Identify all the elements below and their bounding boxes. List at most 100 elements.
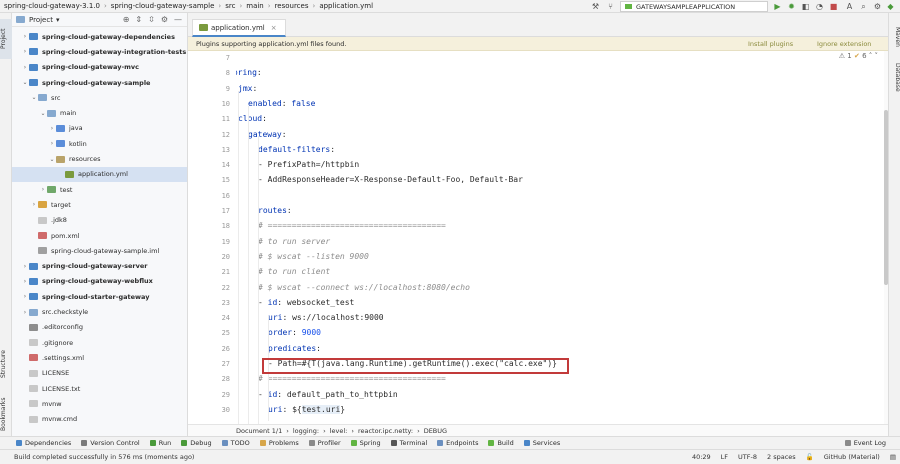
- caret-position[interactable]: 40:29: [692, 453, 711, 461]
- line-number[interactable]: 26: [188, 345, 230, 353]
- search-icon[interactable]: ⌕: [859, 2, 868, 11]
- tool-tab-version-control[interactable]: Version Control: [81, 439, 140, 447]
- chevron-down-icon[interactable]: ⌄: [21, 79, 29, 86]
- chevron-right-icon[interactable]: ›: [21, 64, 29, 71]
- code-line[interactable]: spring:: [236, 68, 262, 77]
- tool-tab-run[interactable]: Run: [149, 439, 171, 447]
- tool-tab-services[interactable]: Services: [523, 439, 560, 447]
- chevron-down-icon[interactable]: ˅: [875, 52, 879, 60]
- chevron-down-icon[interactable]: ⌄: [30, 94, 38, 101]
- code-line[interactable]: # =====================================: [258, 221, 446, 230]
- code-line[interactable]: - PrefixPath=/httpbin: [258, 160, 359, 169]
- code-line[interactable]: enabled: false: [248, 99, 315, 108]
- line-number[interactable]: 29: [188, 391, 230, 399]
- tree-item[interactable]: pom.xml: [12, 228, 187, 243]
- tree-item[interactable]: spring-cloud-gateway-sample.iml: [12, 243, 187, 258]
- tree-item[interactable]: ⌄ src: [12, 90, 187, 105]
- memory-indicator-icon[interactable]: ▤: [890, 453, 896, 461]
- chevron-right-icon[interactable]: ›: [21, 278, 29, 285]
- tree-item[interactable]: › spring-cloud-starter-gateway: [12, 289, 187, 304]
- chevron-right-icon[interactable]: ›: [21, 293, 29, 300]
- tool-tab-build[interactable]: Build: [488, 439, 514, 447]
- breadcrumb-module[interactable]: spring-cloud-gateway-sample: [107, 2, 219, 10]
- tree-item[interactable]: › target: [12, 197, 187, 212]
- tree-item[interactable]: application.yml: [12, 166, 187, 182]
- chevron-down-icon[interactable]: ⌄: [39, 110, 47, 117]
- line-separator[interactable]: LF: [721, 453, 728, 461]
- line-number[interactable]: 11: [188, 115, 230, 123]
- tree-item[interactable]: › spring-cloud-gateway-mvc: [12, 60, 187, 75]
- tree-item[interactable]: › spring-cloud-gateway-webflux: [12, 274, 187, 289]
- tree-item[interactable]: .settings.xml: [12, 350, 187, 365]
- lock-icon[interactable]: 🔓: [806, 453, 814, 461]
- line-number[interactable]: 13: [188, 146, 230, 154]
- breadcrumb-document[interactable]: Document 1/1: [236, 427, 282, 435]
- breadcrumb-logging[interactable]: logging:: [293, 427, 319, 435]
- code-line[interactable]: # $ wscat --connect ws://localhost:8080/…: [258, 283, 470, 292]
- collapse-all-icon[interactable]: ⇳: [148, 15, 155, 24]
- expand-all-icon[interactable]: ⇕: [135, 15, 142, 24]
- tree-item[interactable]: mvnw: [12, 396, 187, 411]
- code-line[interactable]: # $ wscat --listen 9000: [258, 252, 369, 261]
- maven-tool-tab[interactable]: Maven: [889, 23, 900, 51]
- file-encoding[interactable]: UTF-8: [738, 453, 757, 461]
- line-number[interactable]: 16: [188, 192, 230, 200]
- chevron-right-icon[interactable]: ›: [21, 309, 29, 316]
- chevron-right-icon[interactable]: ›: [30, 201, 38, 208]
- line-number[interactable]: 25: [188, 329, 230, 337]
- tree-item[interactable]: › src.checkstyle: [12, 304, 187, 319]
- stop-icon[interactable]: ■: [829, 2, 838, 11]
- code-line[interactable]: order: 9000: [268, 328, 321, 337]
- tool-tab-event-log[interactable]: Event Log: [844, 439, 886, 447]
- structure-tool-tab[interactable]: Structure: [0, 339, 12, 389]
- profile-icon[interactable]: ◔: [815, 2, 824, 11]
- breadcrumb-file[interactable]: application.yml: [315, 2, 377, 10]
- chevron-right-icon[interactable]: ›: [21, 33, 29, 40]
- translate-icon[interactable]: A: [845, 2, 854, 11]
- tree-item[interactable]: mvnw.cmd: [12, 412, 187, 427]
- hammer-icon[interactable]: ⚒: [591, 2, 600, 11]
- tool-tab-profiler[interactable]: Profiler: [308, 439, 341, 447]
- tool-tab-terminal[interactable]: Terminal: [390, 439, 427, 447]
- line-number[interactable]: 22: [188, 284, 230, 292]
- tree-item[interactable]: › spring-cloud-gateway-server: [12, 259, 187, 274]
- install-plugins-link[interactable]: Install plugins: [748, 40, 793, 48]
- tree-item[interactable]: › java: [12, 121, 187, 136]
- bookmarks-tool-tab[interactable]: Bookmarks: [0, 393, 12, 435]
- ignore-extension-link[interactable]: Ignore extension: [817, 40, 871, 48]
- line-number[interactable]: 12: [188, 131, 230, 139]
- editor-tab-application-yml[interactable]: application.yml ×: [192, 19, 286, 37]
- breadcrumb-project[interactable]: spring-cloud-gateway-3.1.0: [0, 2, 104, 10]
- project-panel-title[interactable]: Project: [29, 16, 53, 24]
- line-number[interactable]: 17: [188, 207, 230, 215]
- line-number[interactable]: 15: [188, 176, 230, 184]
- line-number[interactable]: 30: [188, 406, 230, 414]
- tree-item[interactable]: .editorconfig: [12, 320, 187, 335]
- tree-item[interactable]: LICENSE: [12, 366, 187, 381]
- code-line[interactable]: cloud:: [238, 114, 267, 123]
- line-number[interactable]: 14: [188, 161, 230, 169]
- debug-icon[interactable]: ✹: [787, 2, 796, 11]
- line-number[interactable]: 20: [188, 253, 230, 261]
- code-line[interactable]: # to run server: [258, 237, 330, 246]
- line-number[interactable]: 8: [188, 69, 230, 77]
- hide-icon[interactable]: —: [174, 15, 182, 24]
- chevron-right-icon[interactable]: ›: [21, 263, 29, 270]
- tree-item[interactable]: ⌄ spring-cloud-gateway-sample: [12, 75, 187, 90]
- locate-icon[interactable]: ⊕: [123, 15, 130, 24]
- code-line[interactable]: uri: ws://localhost:9000: [268, 313, 384, 322]
- code-line[interactable]: gateway:: [248, 130, 287, 139]
- chevron-right-icon[interactable]: ›: [39, 186, 47, 193]
- line-number[interactable]: 23: [188, 299, 230, 307]
- chevron-up-icon[interactable]: ˄: [869, 52, 873, 60]
- line-number[interactable]: 21: [188, 268, 230, 276]
- chevron-right-icon[interactable]: ›: [21, 48, 29, 55]
- line-number[interactable]: 7: [188, 54, 230, 62]
- tree-item[interactable]: › spring-cloud-gateway-dependencies: [12, 29, 187, 44]
- line-number[interactable]: 27: [188, 360, 230, 368]
- code-line[interactable]: uri: ${test.uri}: [268, 404, 345, 414]
- line-number[interactable]: 10: [188, 100, 230, 108]
- code-line[interactable]: predicates:: [268, 344, 321, 353]
- indent-setting[interactable]: 2 spaces: [767, 453, 796, 461]
- theme-name[interactable]: GitHub (Material): [824, 453, 880, 461]
